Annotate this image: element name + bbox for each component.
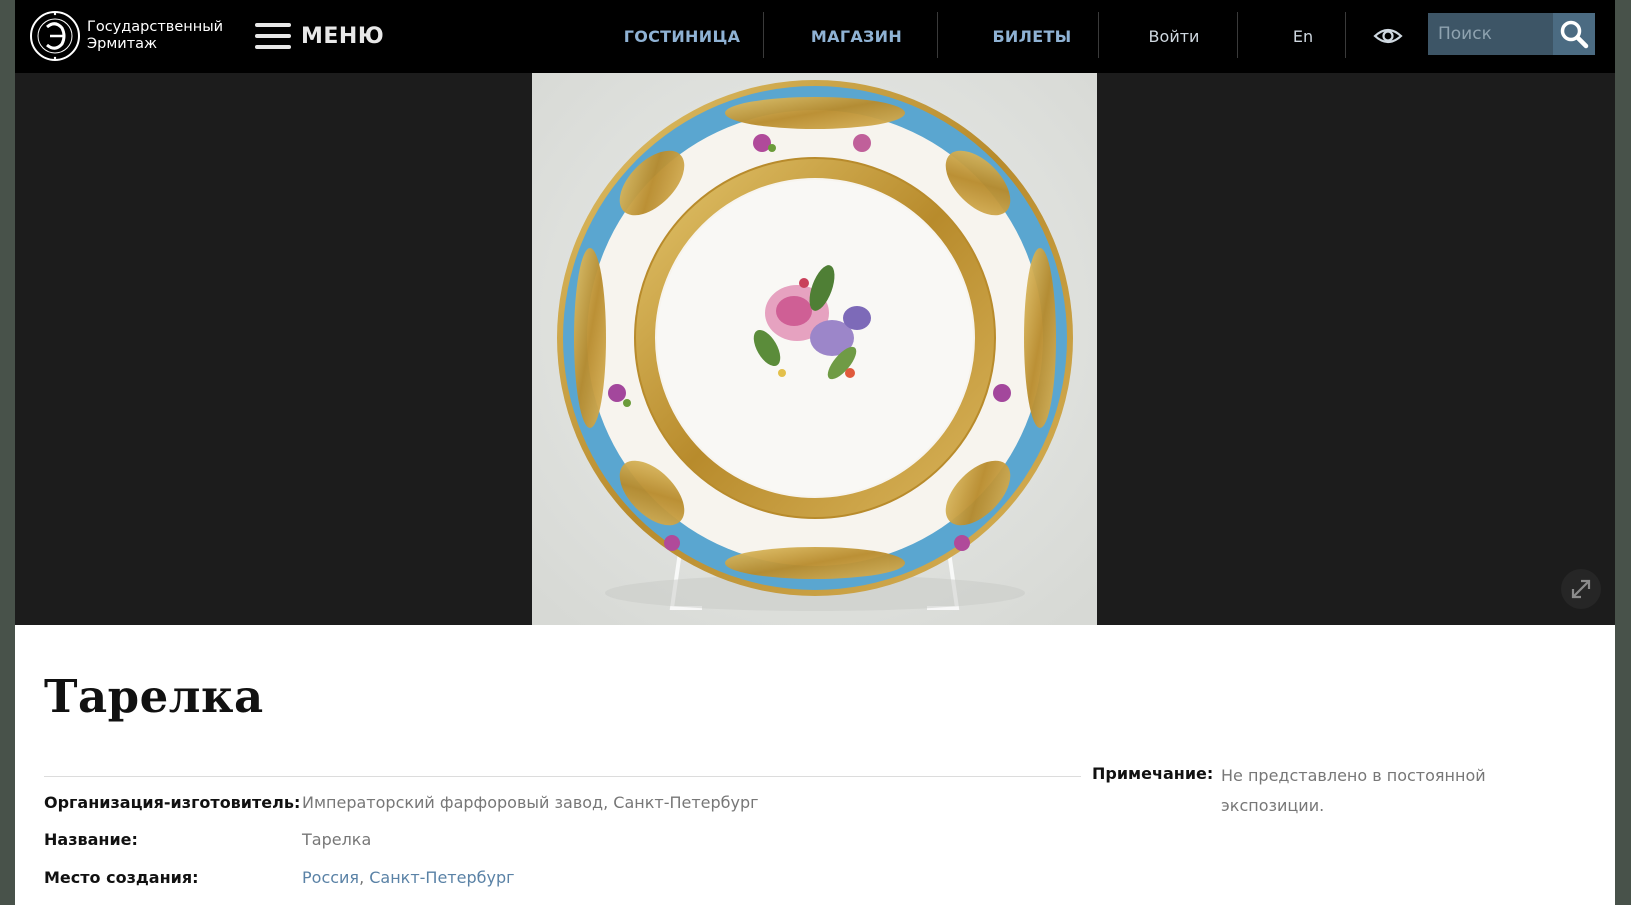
menu-label: МЕНЮ: [301, 23, 385, 49]
search-icon: [1560, 20, 1589, 49]
nav-divider: [1237, 12, 1238, 58]
image-viewer: [15, 73, 1615, 625]
nav-language[interactable]: En: [1253, 0, 1353, 73]
note-value: Не представлено в постоянной экспозиции.: [1221, 766, 1486, 815]
plate-image: [532, 73, 1097, 625]
object-photo[interactable]: [532, 73, 1097, 625]
link-russia[interactable]: Россия: [302, 868, 359, 887]
logo-text: Государственный Эрмитаж: [87, 19, 227, 53]
note-label: Примечание:: [1092, 764, 1214, 783]
attr-label-place: Место создания:: [44, 868, 199, 887]
nav-tickets[interactable]: БИЛЕТЫ: [953, 0, 1111, 73]
logo-text-line1: Государственный: [87, 19, 224, 35]
object-title: Тарелка: [44, 670, 264, 723]
nav-divider: [1098, 12, 1099, 58]
hamburger-icon: [255, 23, 291, 49]
menu-button[interactable]: МЕНЮ: [255, 20, 384, 52]
hermitage-logo-icon: [30, 11, 80, 61]
page-frame: Государственный Эрмитаж МЕНЮ ГОСТИНИЦА М…: [15, 0, 1615, 905]
nav-shop[interactable]: МАГАЗИН: [779, 0, 934, 73]
attr-value-name: Тарелка: [302, 830, 372, 849]
site-header: Государственный Эрмитаж МЕНЮ ГОСТИНИЦА М…: [15, 0, 1615, 73]
link-saint-petersburg[interactable]: Санкт-Петербург: [369, 868, 514, 887]
attr-label-manufacturer: Организация-изготовитель:: [44, 793, 301, 812]
value-separator: ,: [359, 868, 370, 887]
nav-divider: [763, 12, 764, 58]
logo-text-line2: Эрмитаж: [87, 36, 158, 52]
search-button[interactable]: [1553, 13, 1595, 55]
attr-value-place: Россия, Санкт-Петербург: [302, 868, 515, 887]
site-logo[interactable]: Государственный Эрмитаж: [29, 4, 227, 68]
attr-label-name: Название:: [44, 830, 138, 849]
search-input[interactable]: [1428, 13, 1562, 55]
expand-arrows-icon: [1571, 579, 1591, 599]
attr-value-manufacturer: Императорский фарфоровый завод, Санкт-Пе…: [302, 793, 759, 812]
divider: [44, 776, 1081, 777]
eye-icon[interactable]: [1373, 22, 1403, 50]
nav-divider: [1345, 12, 1346, 58]
nav-login[interactable]: Войти: [1114, 0, 1234, 73]
nav-hotel[interactable]: ГОСТИНИЦА: [615, 0, 749, 73]
nav-divider: [937, 12, 938, 58]
fullscreen-button[interactable]: [1561, 569, 1601, 609]
